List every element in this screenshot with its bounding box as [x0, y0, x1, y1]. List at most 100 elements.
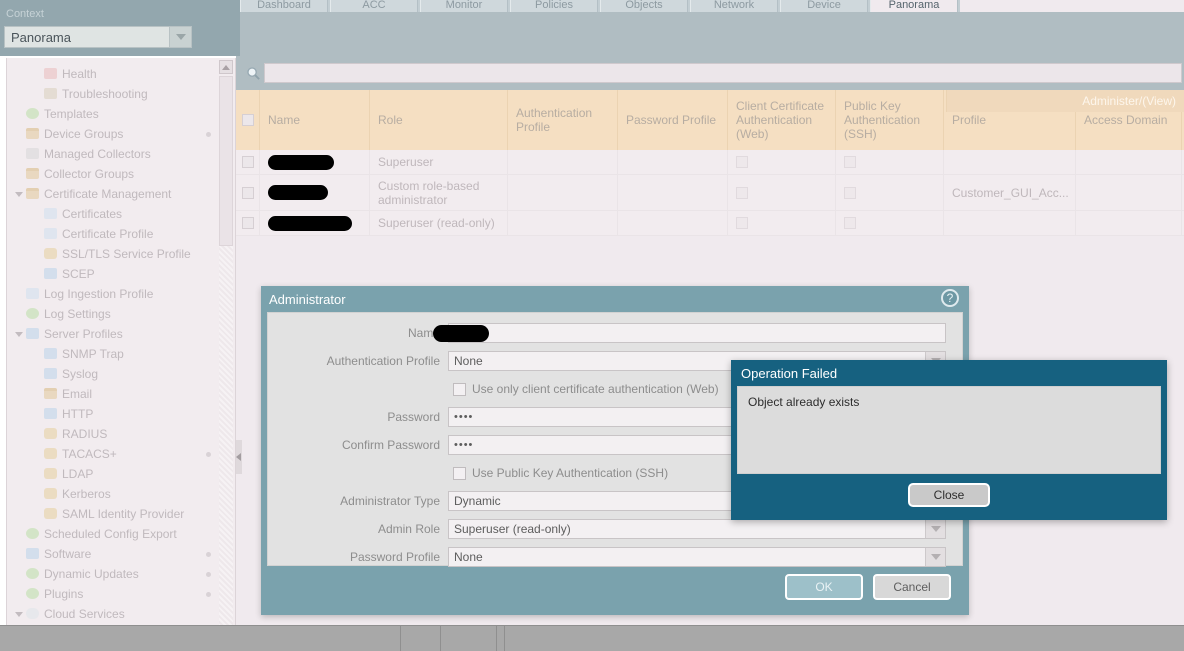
tab-panorama[interactable]: Panorama	[870, 0, 958, 12]
twisty-placeholder	[31, 468, 43, 480]
column-header-pwdprof[interactable]: Password Profile	[618, 90, 728, 150]
sidebar-item-software[interactable]: Software	[7, 544, 219, 564]
sidebar-item-dynamic-updates[interactable]: Dynamic Updates	[7, 564, 219, 584]
client-certificate-auth-checkbox[interactable]	[736, 156, 748, 168]
client-certificate-auth-checkbox[interactable]	[736, 186, 748, 199]
sidebar-item-syslog[interactable]: Syslog	[7, 364, 219, 384]
sidebar-item-health[interactable]: Health	[7, 64, 219, 84]
client-certificate-auth-checkbox[interactable]	[736, 217, 748, 229]
cell-name	[260, 211, 370, 235]
ok-button[interactable]: OK	[785, 574, 863, 600]
sidebar-item-ssl-tls-service-profile[interactable]: SSL/TLS Service Profile	[7, 244, 219, 264]
tab-policies[interactable]: Policies	[510, 0, 598, 12]
triangle-expand-icon[interactable]	[13, 188, 25, 200]
sidebar-item-certificate-management[interactable]: Certificate Management	[7, 184, 219, 204]
chevron-down-icon[interactable]	[925, 548, 945, 566]
tab-device[interactable]: Device	[780, 0, 868, 12]
tools-icon	[43, 87, 59, 101]
caret-shape	[15, 611, 23, 617]
tab-acc[interactable]: ACC	[330, 0, 418, 12]
row-select-checkbox[interactable]	[241, 186, 254, 199]
sidebar-item-http[interactable]: HTTP	[7, 404, 219, 424]
help-circle-icon[interactable]: ?	[941, 289, 959, 307]
triangle-expand-icon[interactable]	[13, 328, 25, 340]
cell-pwdprof	[618, 211, 728, 235]
tab-monitor[interactable]: Monitor	[420, 0, 508, 12]
public-key-checkbox[interactable]	[453, 466, 466, 480]
client-cert-checkbox[interactable]	[453, 382, 466, 396]
admin-role-select[interactable]: Superuser (read-only)	[448, 519, 946, 539]
scrollbar-track[interactable]	[219, 76, 233, 640]
sidebar-item-label: Scheduled Config Export	[44, 527, 177, 541]
triangle-up-icon[interactable]	[219, 60, 233, 74]
select-all-checkbox[interactable]	[241, 114, 254, 126]
table-row[interactable]: Superuser	[236, 150, 1184, 175]
chevron-down-icon[interactable]	[169, 27, 191, 47]
public-key-auth-checkbox[interactable]	[844, 217, 856, 229]
password-value: ••••	[454, 411, 474, 423]
sidebar-item-label: Log Ingestion Profile	[44, 287, 154, 301]
column-header-authprof[interactable]: Authentication Profile	[508, 90, 618, 150]
sidebar-item-cloud-services[interactable]: Cloud Services	[7, 604, 219, 624]
tab-network[interactable]: Network	[690, 0, 778, 12]
sidebar-item-device-groups[interactable]: Device Groups	[7, 124, 219, 144]
row-select-checkbox[interactable]	[241, 217, 254, 229]
snmp-icon	[43, 347, 59, 361]
sidebar-item-plugins[interactable]: Plugins	[7, 584, 219, 604]
sidebar-item-scep[interactable]: SCEP	[7, 264, 219, 284]
operation-failed-dialog: Operation Failed Object already exists C…	[731, 360, 1167, 520]
sidebar-collapse-handle[interactable]	[236, 440, 242, 474]
sidebar-item-snmp-trap[interactable]: SNMP Trap	[7, 344, 219, 364]
sidebar-item-managed-collectors[interactable]: Managed Collectors	[7, 144, 219, 164]
sidebar-item-log-ingestion-profile[interactable]: Log Ingestion Profile	[7, 284, 219, 304]
sidebar-item-certificate-profile[interactable]: Certificate Profile	[7, 224, 219, 244]
sidebar-item-templates[interactable]: Templates	[7, 104, 219, 124]
sidebar-item-label: SSL/TLS Service Profile	[62, 247, 191, 261]
sidebar-item-label: Certificate Management	[44, 187, 172, 201]
column-header-role[interactable]: Role	[370, 90, 508, 150]
row-select-checkbox[interactable]	[241, 156, 254, 168]
column-header-name[interactable]: Name	[260, 90, 370, 150]
context-select[interactable]: Panorama	[4, 26, 192, 48]
tab-dashboard[interactable]: Dashboard	[240, 0, 328, 12]
sidebar-item-label: Syslog	[62, 367, 99, 381]
sidebar-item-certificates[interactable]: Certificates	[7, 204, 219, 224]
sidebar-item-tacacs[interactable]: TACACS+	[7, 444, 219, 464]
triangle-expand-icon[interactable]	[13, 608, 25, 620]
sidebar-scrollbar[interactable]	[219, 60, 233, 640]
sidebar-item-label: Troubleshooting	[62, 87, 148, 101]
table-row[interactable]: Superuser (read-only)	[236, 211, 1184, 236]
sidebar-item-troubleshooting[interactable]: Troubleshooting	[7, 84, 219, 104]
icon-shape	[44, 348, 57, 359]
cancel-button[interactable]: Cancel	[873, 574, 951, 600]
sidebar-item-collector-groups[interactable]: Collector Groups	[7, 164, 219, 184]
public-key-auth-checkbox[interactable]	[844, 156, 856, 168]
tab-objects[interactable]: Objects	[600, 0, 688, 12]
search-icon[interactable]	[242, 66, 264, 81]
sidebar-item-radius[interactable]: RADIUS	[7, 424, 219, 444]
sidebar-item-email[interactable]: Email	[7, 384, 219, 404]
chevron-down-icon[interactable]	[925, 520, 945, 538]
column-header-clicert[interactable]: Client Certificate Authentication (Web)	[728, 90, 836, 150]
operation-failed-footer: Close	[731, 474, 1167, 516]
scrollbar-thumb[interactable]	[219, 76, 233, 246]
column-header-pubkey[interactable]: Public Key Authentication (SSH)	[836, 90, 944, 150]
sidebar-item-scheduled-config-export[interactable]: Scheduled Config Export	[7, 524, 219, 544]
name-field[interactable]	[433, 323, 946, 343]
sidebar-item-kerberos[interactable]: Kerberos	[7, 484, 219, 504]
sidebar-item-log-settings[interactable]: Log Settings	[7, 304, 219, 324]
password-profile-select[interactable]: None	[448, 547, 946, 567]
sidebar-item-saml-identity-provider[interactable]: SAML Identity Provider	[7, 504, 219, 524]
sidebar-item-server-profiles[interactable]: Server Profiles	[7, 324, 219, 344]
lock-icon	[43, 507, 59, 521]
templates-icon	[25, 107, 41, 121]
column-header-select[interactable]	[236, 90, 260, 150]
table-row[interactable]: Custom role-based administrator Customer_…	[236, 175, 1184, 211]
sidebar-item-label: Collector Groups	[44, 167, 135, 181]
icon-shape	[26, 588, 39, 599]
cell-pubkey	[836, 211, 944, 235]
close-button[interactable]: Close	[908, 483, 990, 507]
public-key-auth-checkbox[interactable]	[844, 186, 856, 199]
search-input[interactable]	[264, 63, 1182, 83]
sidebar-item-ldap[interactable]: LDAP	[7, 464, 219, 484]
